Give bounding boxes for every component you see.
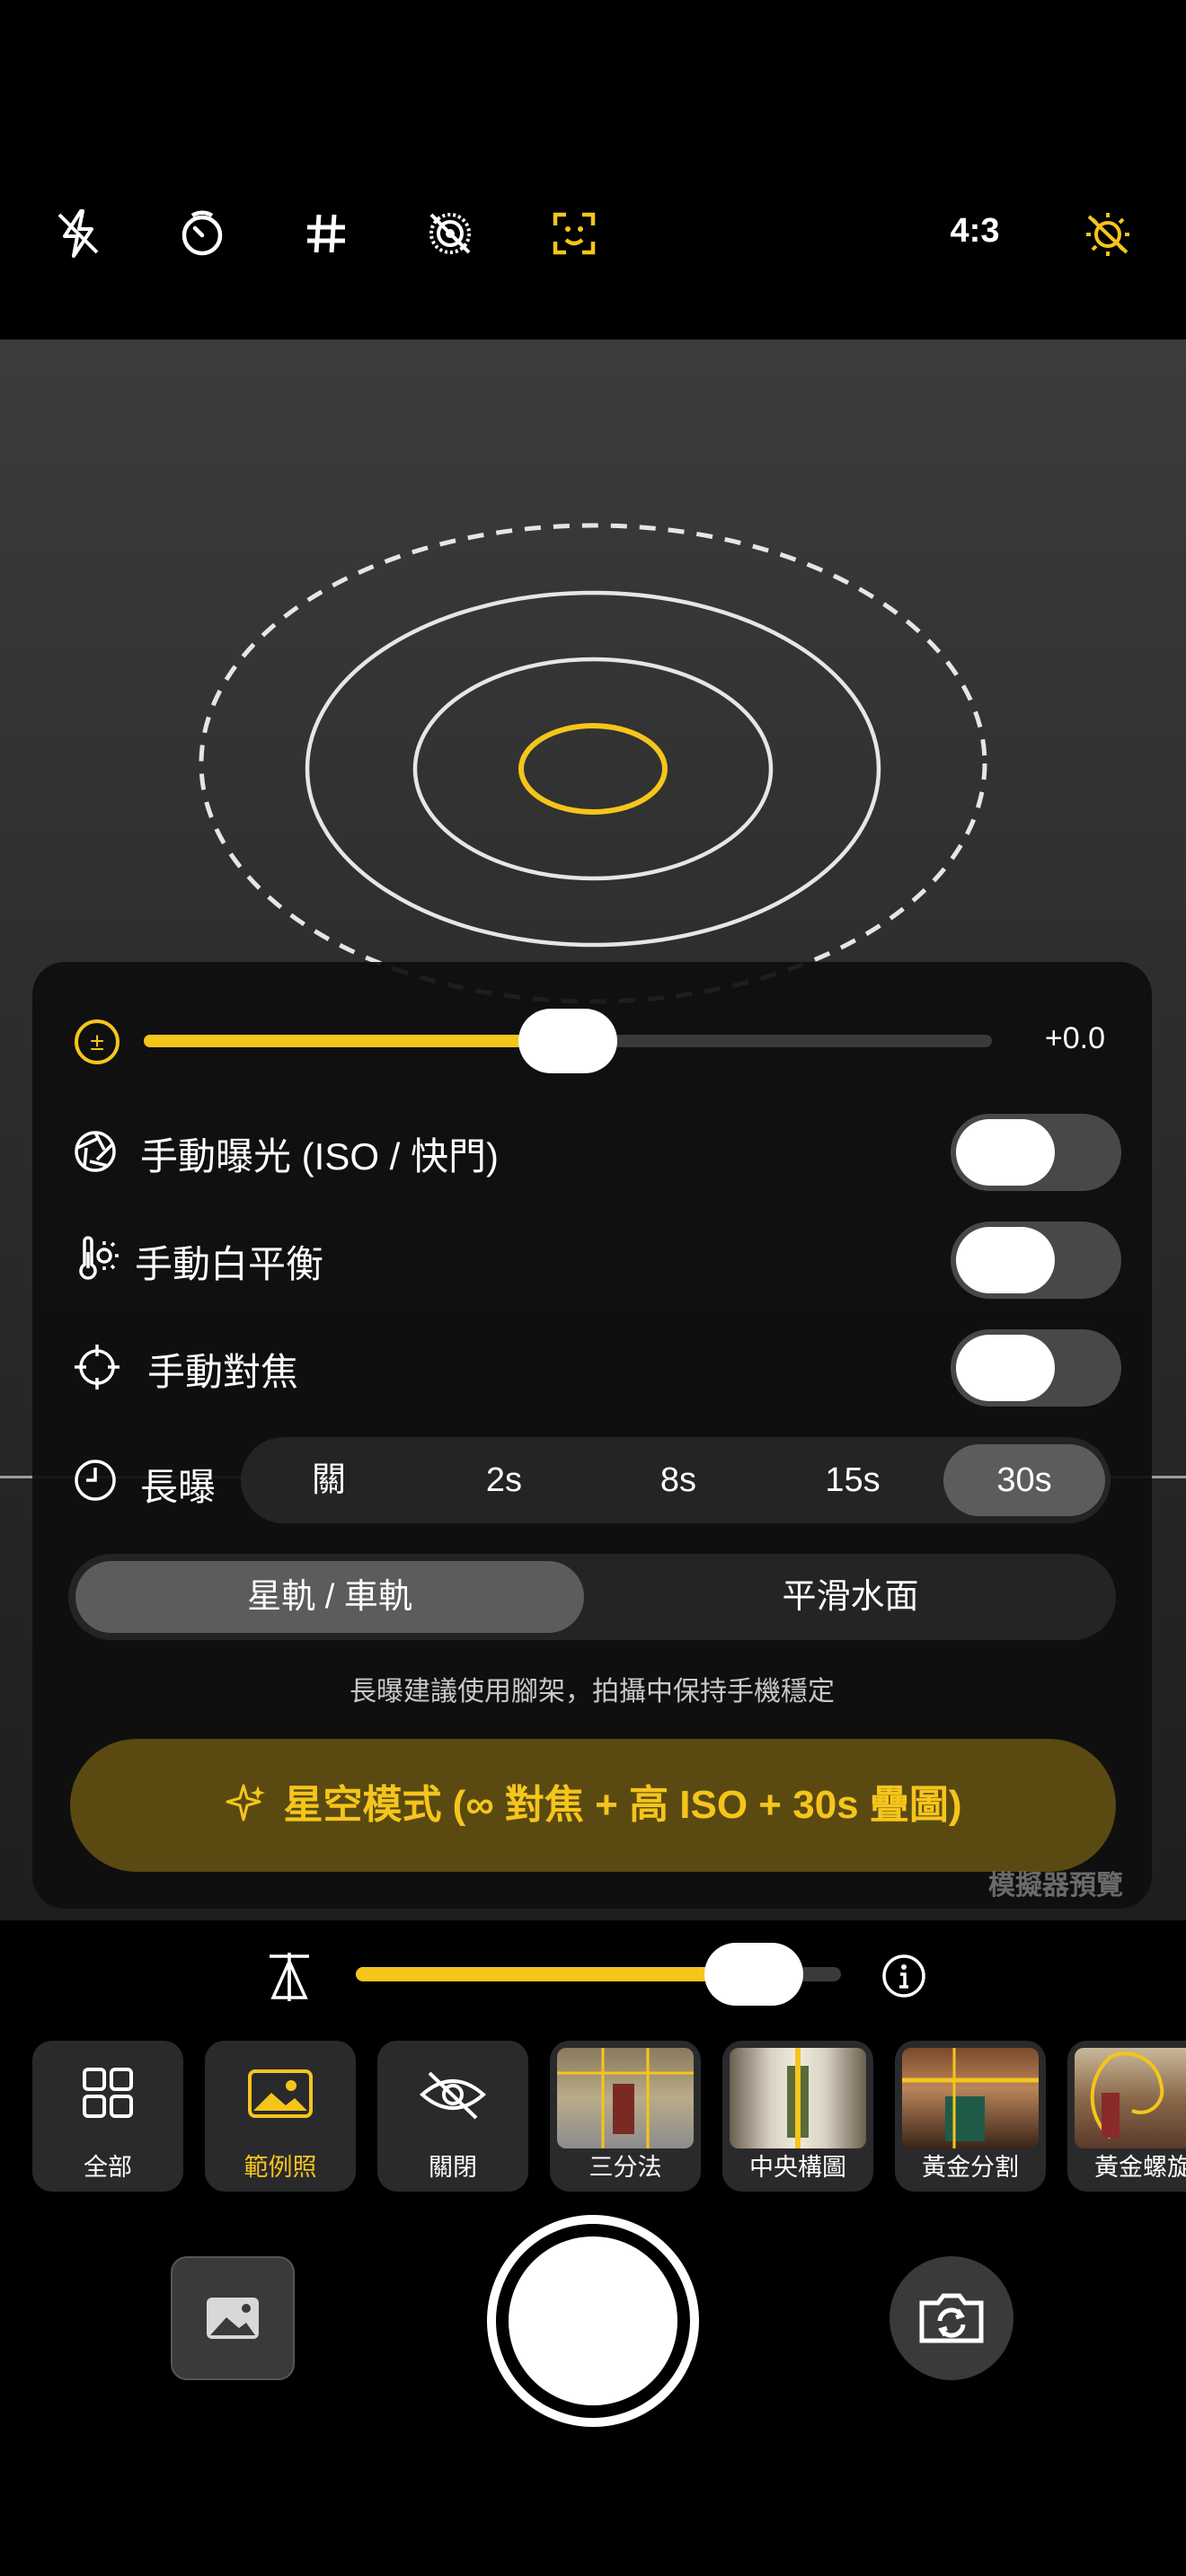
exposure-slider-fill [144,1035,568,1047]
sun-settings-icon[interactable] [1076,202,1139,265]
mode-star-trails[interactable]: 星軌 / 車軌 [75,1554,584,1640]
grid-icon[interactable] [295,202,358,265]
face-detect-icon[interactable] [543,202,606,265]
thirds-grid-overlay [557,2048,694,2148]
composition-rule-of-thirds[interactable]: 三分法 [550,2041,701,2192]
long-exposure-option-30s[interactable]: 30s [943,1437,1105,1523]
golden-spiral-overlay [1090,2051,1164,2139]
tile-label: 三分法 [589,2154,662,2181]
camera-flip-icon [919,2293,984,2343]
gallery-button[interactable] [171,2256,295,2380]
simulator-watermark: 模擬器預覽 [988,1871,1123,1901]
golden-spiral-thumbnail [1075,2048,1186,2148]
focus-crosshair-icon [72,1342,122,1392]
starry-sky-mode-label: 星空模式 (∞ 對焦 + 高 ISO + 30s 疊圖) [283,1783,962,1827]
manual-exposure-toggle[interactable] [951,1114,1121,1191]
level-triangle-icon[interactable] [261,1947,318,2005]
photo-library-icon [207,2298,259,2339]
composition-sample-photos[interactable]: 範例照 [205,2041,356,2192]
exposure-slider-knob[interactable] [518,1009,617,1073]
tile-label: 中央構圖 [749,2154,846,2181]
long-exposure-label: 長曝 [140,1466,217,1508]
exposure-value: +0.0 [1044,1021,1105,1055]
starry-sky-mode-button[interactable]: 星空模式 (∞ 對焦 + 高 ISO + 30s 疊圖) [70,1739,1116,1872]
tile-label: 黃金分割 [922,2154,1019,2181]
tile-label: 黃金螺旋 [1094,2154,1186,2181]
center-composition-thumbnail [730,2048,866,2148]
manual-exposure-label: 手動曝光 (ISO / 快門) [140,1135,500,1178]
manual-white-balance-label: 手動白平衡 [135,1243,324,1285]
tile-label: 全部 [84,2154,132,2181]
clock-icon [70,1455,120,1505]
shutter-button[interactable] [509,2236,677,2405]
live-photo-off-icon[interactable] [419,202,482,265]
center-line-overlay [787,2048,809,2148]
zoom-slider-knob[interactable] [704,1943,803,2006]
timer-icon[interactable] [171,202,234,265]
tripod-hint: 長曝建議使用腳架，拍攝中保持手機穩定 [350,1677,835,1707]
manual-focus-toggle[interactable] [951,1329,1121,1407]
top-bar [0,0,1186,340]
toggle-knob [956,1227,1055,1293]
camera-flip-button[interactable] [890,2256,1013,2380]
toggle-knob [956,1335,1055,1401]
composition-golden-spiral[interactable]: 黃金螺旋 [1067,2041,1186,2192]
grid-four-icon [83,2068,133,2118]
zoom-slider-fill [356,1967,754,1981]
rule-of-thirds-thumbnail [557,2048,694,2148]
composition-all[interactable]: 全部 [32,2041,183,2192]
manual-white-balance-toggle[interactable] [951,1222,1121,1299]
long-exposure-option-off[interactable]: 關 [241,1437,417,1523]
long-exposure-option-15s[interactable]: 15s [766,1437,940,1523]
composition-center[interactable]: 中央構圖 [722,2041,873,2192]
long-exposure-option-2s[interactable]: 2s [417,1437,591,1523]
manual-focus-label: 手動對焦 [147,1351,299,1393]
svg-text:±: ± [90,1028,103,1055]
golden-ratio-overlay [902,2048,1039,2148]
flash-off-icon[interactable] [47,202,110,265]
thermometer-sun-icon [70,1234,120,1284]
toggle-knob [956,1119,1055,1186]
eye-off-icon [419,2071,487,2120]
image-icon [248,2069,313,2118]
exposure-compensation-icon: ± [72,1017,122,1067]
long-exposure-mode-control: 星軌 / 車軌 平滑水面 [68,1554,1116,1640]
composition-off[interactable]: 關閉 [377,2041,528,2192]
tile-label: 範例照 [243,2154,317,2181]
info-icon[interactable] [879,1951,929,2001]
long-exposure-option-8s[interactable]: 8s [591,1437,766,1523]
sparkle-icon [226,1784,266,1822]
composition-golden-ratio[interactable]: 黃金分割 [895,2041,1046,2192]
golden-ratio-thumbnail [902,2048,1039,2148]
tile-label: 關閉 [429,2154,477,2181]
aperture-icon [70,1126,120,1177]
mode-smooth-water[interactable]: 平滑水面 [592,1554,1109,1640]
aspect-ratio-button[interactable]: 4:3 [934,212,1015,251]
long-exposure-segmented-control: 關 2s 8s 15s 30s [241,1437,1111,1523]
